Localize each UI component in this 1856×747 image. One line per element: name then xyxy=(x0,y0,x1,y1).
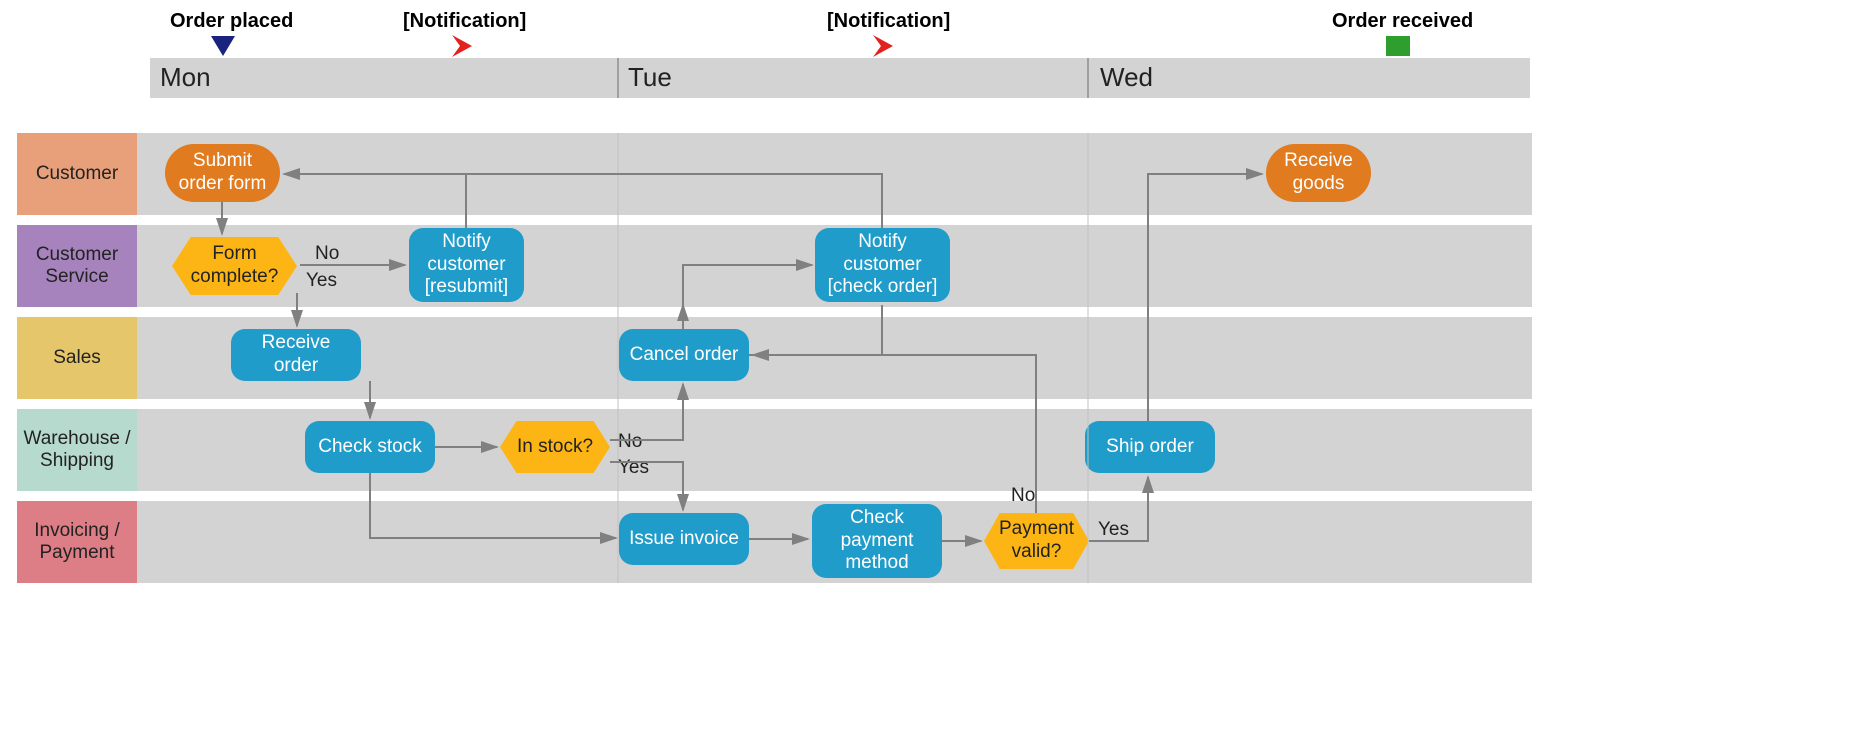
node-check-stock: Check stock xyxy=(305,421,435,473)
node-check-payment-method: Check payment method xyxy=(812,504,942,578)
triangle-down-icon xyxy=(211,36,235,56)
node-cancel-order: Cancel order xyxy=(619,329,749,381)
milestone-order-received: Order received xyxy=(1332,10,1473,33)
timeline-wed: Wed xyxy=(1100,62,1153,93)
node-receive-order: Receive order xyxy=(231,329,361,381)
timeline-bar xyxy=(150,58,1530,98)
lane-customer-header: Customer xyxy=(17,133,137,215)
node-submit-order-form: Submit order form xyxy=(165,144,280,202)
label-payment-yes: Yes xyxy=(1098,519,1129,541)
square-icon xyxy=(1386,36,1410,56)
label-stock-no: No xyxy=(618,431,642,453)
timeline-tue: Tue xyxy=(628,62,672,93)
node-in-stock: In stock? xyxy=(500,421,610,473)
label-form-no: No xyxy=(315,243,339,265)
lane-sales-header: Sales xyxy=(17,317,137,399)
label-payment-no: No xyxy=(1011,485,1035,507)
milestone-notification-1: [Notification] xyxy=(403,10,526,33)
lane-warehouse-header: Warehouse / Shipping xyxy=(17,409,137,491)
node-issue-invoice: Issue invoice xyxy=(619,513,749,565)
node-notify-resubmit: Notify customer [resubmit] xyxy=(409,228,524,302)
label-stock-yes: Yes xyxy=(618,457,649,479)
node-receive-goods: Receive goods xyxy=(1266,144,1371,202)
node-payment-valid: Payment valid? xyxy=(984,513,1089,569)
node-ship-order: Ship order xyxy=(1085,421,1215,473)
lane-customer-service-header: Customer Service xyxy=(17,225,137,307)
lane-invoicing-header: Invoicing / Payment xyxy=(17,501,137,583)
node-form-complete: Form complete? xyxy=(172,237,297,295)
milestone-notification-2: [Notification] xyxy=(827,10,950,33)
swimlane-diagram: Order placed [Notification] [Notificatio… xyxy=(0,0,1856,747)
milestone-order-placed: Order placed xyxy=(170,10,293,33)
node-notify-check-order: Notify customer [check order] xyxy=(815,228,950,302)
timeline-mon: Mon xyxy=(160,62,211,93)
label-form-yes: Yes xyxy=(306,270,337,292)
